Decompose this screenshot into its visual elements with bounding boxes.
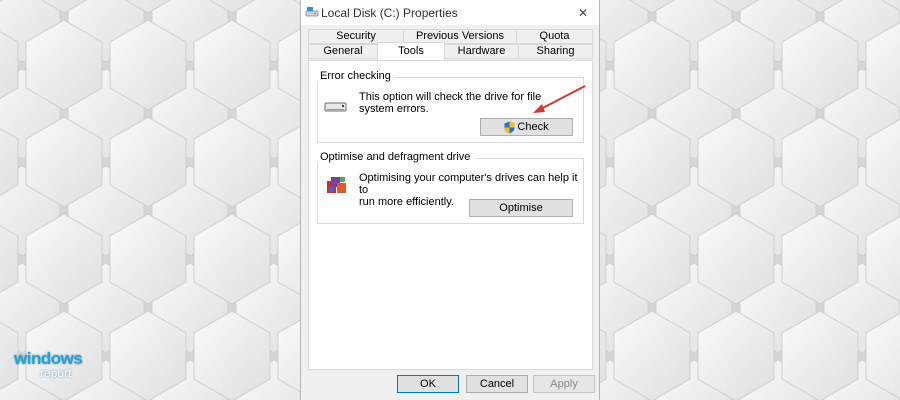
logo-sub: report — [40, 366, 72, 380]
apply-button[interactable]: Apply — [533, 375, 595, 393]
drive-icon — [305, 7, 319, 17]
tab-label: Tools — [398, 45, 424, 57]
defrag-icon — [327, 177, 346, 193]
tab-hardware[interactable]: Hardware — [444, 44, 519, 59]
drive-icon — [324, 102, 347, 112]
tab-label: General — [323, 45, 363, 57]
check-button-label: Check — [517, 121, 549, 133]
cancel-button-label: Cancel — [479, 378, 515, 390]
annotation-arrow — [533, 85, 586, 113]
tab-label: Previous Versions — [415, 30, 505, 42]
tab-general[interactable]: General — [308, 44, 378, 59]
error-checking-label: Error checking — [317, 70, 395, 82]
optimise-label: Optimise and defragment drive — [317, 151, 475, 163]
tab-label: Security — [336, 30, 376, 42]
windows-report-logo: windows report — [14, 349, 83, 380]
title-bar[interactable]: Local Disk (C:) Properties ✕ — [301, 0, 599, 25]
tab-sharing[interactable]: Sharing — [518, 44, 593, 59]
cancel-button[interactable]: Cancel — [466, 375, 528, 393]
tab-label: Quota — [539, 30, 570, 42]
properties-dialog: Local Disk (C:) Properties ✕ Security Pr… — [300, 0, 600, 400]
ok-button[interactable]: OK — [397, 375, 459, 393]
tools-tab-panel: Error checking This option will check th… — [308, 60, 593, 370]
close-button[interactable]: ✕ — [567, 0, 599, 25]
optimise-button-label: Optimise — [499, 202, 543, 214]
uac-shield-icon — [504, 121, 515, 133]
optimise-group: Optimise and defragment drive Optimising… — [317, 151, 584, 224]
window-title: Local Disk (C:) Properties — [321, 6, 458, 20]
tab-label: Sharing — [536, 45, 575, 57]
close-icon: ✕ — [577, 5, 589, 20]
ok-button-label: OK — [420, 378, 436, 390]
tab-label: Hardware — [457, 45, 506, 57]
description-line: Optimising your computer's drives can he… — [359, 172, 578, 196]
tab-tools[interactable]: Tools — [377, 42, 445, 60]
apply-button-label: Apply — [550, 378, 578, 390]
logo-brand: windows — [14, 349, 83, 368]
optimise-button[interactable]: Optimise — [469, 199, 573, 217]
tab-quota[interactable]: Quota — [516, 29, 593, 44]
